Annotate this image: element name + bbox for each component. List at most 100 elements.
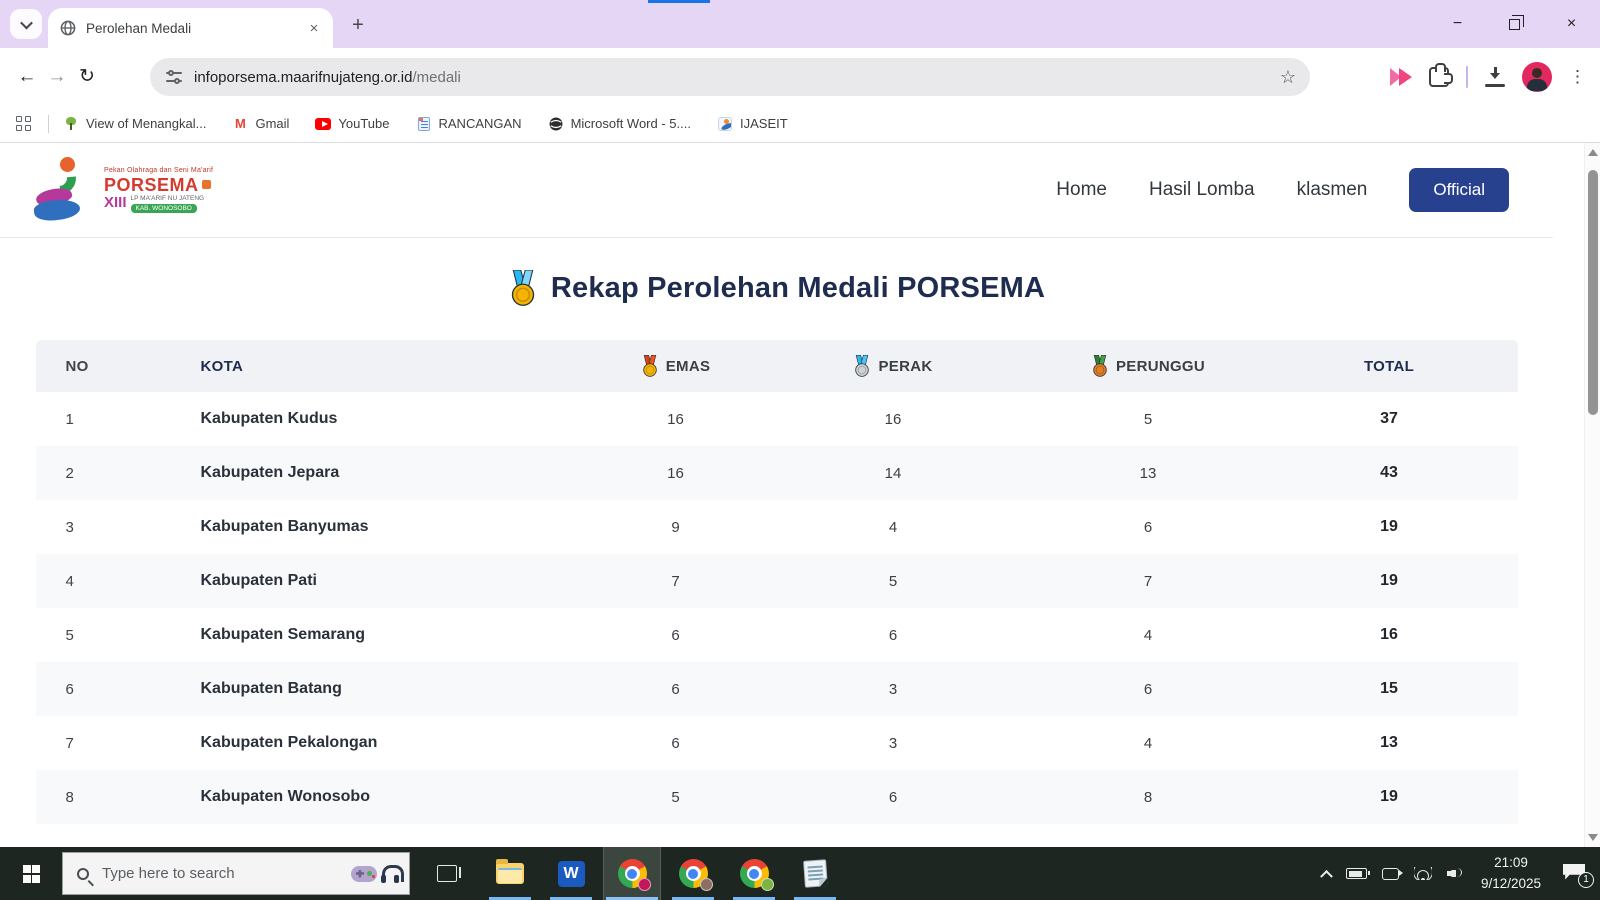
speaker-icon[interactable] xyxy=(1447,867,1463,880)
table-row: 4 Kabupaten Pati 7 5 7 19 xyxy=(35,554,1518,608)
clock-date: 9/12/2025 xyxy=(1480,875,1542,891)
url-domain: infoporsema.maarifnujateng.or.id xyxy=(194,68,413,86)
gmail-icon: M xyxy=(235,116,246,131)
porsema-logo-text: Pekan Olahraga dan Seni Ma'arif PORSEMA … xyxy=(104,167,213,214)
header-total: TOTAL xyxy=(1363,357,1415,375)
porsema-logo-icon xyxy=(32,154,96,224)
close-button[interactable]: × xyxy=(1543,0,1600,48)
browser-tab[interactable]: Perolehan Medali × xyxy=(48,8,333,48)
notification-center-icon[interactable]: 1 xyxy=(1563,864,1594,888)
extensions-puzzle-icon[interactable] xyxy=(1429,62,1453,87)
table-row: 7 Kabupaten Pekalongan 6 3 4 13 xyxy=(65,734,1398,752)
toolbar-separator xyxy=(1466,65,1468,88)
table-row: 8 Kabupaten Wonosobo 5 6 8 19 xyxy=(35,770,1518,824)
tab-title: Perolehan Medali xyxy=(86,20,192,36)
bronze-medal-icon xyxy=(1093,355,1107,377)
porsema-logo[interactable]: Pekan Olahraga dan Seni Ma'arif PORSEMA … xyxy=(32,154,213,224)
sprout-icon xyxy=(63,116,79,132)
official-button[interactable]: Official xyxy=(1409,168,1509,212)
notepad-icon xyxy=(802,859,828,888)
notification-badge: 1 xyxy=(1578,871,1594,888)
table-row: 1 Kabupaten Kudus 16 16 5 37 xyxy=(65,410,1398,428)
reload-button[interactable]: ↻ xyxy=(72,62,102,92)
taskbar-clock[interactable]: 21:09 9/12/2025 xyxy=(1478,853,1544,894)
table-row: 2 Kabupaten Jepara 16 14 13 43 xyxy=(35,446,1518,500)
youtube-icon xyxy=(315,116,332,132)
site-header: Pekan Olahraga dan Seni Ma'arif PORSEMA … xyxy=(0,143,1553,238)
silver-medal-icon xyxy=(855,355,870,377)
pink-extension-icon[interactable] xyxy=(1390,67,1412,86)
windows-logo-icon xyxy=(22,865,40,883)
tab-close-icon[interactable]: × xyxy=(305,19,323,37)
logo-org: LP MA'ARIF NU JATENG xyxy=(130,194,205,202)
tab-search-button[interactable] xyxy=(10,9,42,39)
nav-hasil-lomba[interactable]: Hasil Lomba xyxy=(1149,179,1255,201)
restore-button[interactable] xyxy=(1486,0,1543,48)
file-explorer-button[interactable] xyxy=(481,847,539,900)
forward-button[interactable]: → xyxy=(42,62,72,92)
medal-table: NO KOTA EMAS PERAK PERUNGGU TOTAL 1 Kabu… xyxy=(35,340,1518,824)
browser-menu-icon[interactable]: ⋮ xyxy=(1569,67,1586,87)
profile-avatar[interactable] xyxy=(1522,61,1552,92)
bookmark-youtube[interactable]: YouTube xyxy=(315,116,390,132)
page-content: Pekan Olahraga dan Seni Ma'arif PORSEMA … xyxy=(0,143,1553,847)
gamepad-icon xyxy=(351,865,377,882)
chevron-down-icon xyxy=(19,16,33,29)
header-emas: EMAS xyxy=(601,355,751,377)
downloads-icon[interactable] xyxy=(1485,66,1505,87)
logo-name: PORSEMA xyxy=(104,174,199,195)
apps-grid-icon[interactable] xyxy=(16,115,32,132)
task-view-icon xyxy=(437,865,461,882)
tray-chevron-icon[interactable] xyxy=(1320,869,1333,883)
scrollbar-thumb[interactable] xyxy=(1588,170,1598,415)
word-button[interactable]: W xyxy=(542,847,600,900)
bookmarks-bar: View of Menangkal... M Gmail YouTube RANC… xyxy=(0,105,1600,143)
chrome-profile-badge xyxy=(638,878,651,891)
address-bar[interactable]: infoporsema.maarifnujateng.or.id/medali … xyxy=(150,58,1310,96)
screen: Perolehan Medali × + − × ← → ↻ infoporse… xyxy=(0,0,1600,900)
chrome-active-button[interactable] xyxy=(603,847,661,900)
bookmark-rancangan[interactable]: RANCANGAN xyxy=(416,116,522,132)
top-accent-strip xyxy=(648,0,710,3)
bookmark-view-of-menangkal[interactable]: View of Menangkal... xyxy=(63,116,206,132)
scroll-down-arrow[interactable] xyxy=(1588,834,1598,841)
scroll-up-arrow[interactable] xyxy=(1588,149,1598,156)
document-icon xyxy=(416,116,432,132)
bookmark-star-icon[interactable]: ☆ xyxy=(1280,67,1296,88)
back-button[interactable]: ← xyxy=(12,62,42,92)
task-view-button[interactable] xyxy=(427,847,467,900)
table-row: 5 Kabupaten Semarang 6 6 4 16 xyxy=(65,626,1398,644)
minimize-button[interactable]: − xyxy=(1429,0,1486,48)
start-button[interactable] xyxy=(0,847,62,900)
restore-icon xyxy=(1509,14,1524,30)
site-nav: Home Hasil Lomba klasmen Official xyxy=(1056,168,1509,212)
wifi-icon[interactable] xyxy=(1414,867,1432,880)
site-info-icon[interactable] xyxy=(166,70,182,84)
bookmark-gmail[interactable]: M Gmail xyxy=(232,116,289,132)
search-icon xyxy=(77,867,89,880)
logo-tagline: Pekan Olahraga dan Seni Ma'arif xyxy=(104,166,214,174)
ijaseit-icon xyxy=(717,116,733,132)
nav-klasmen[interactable]: klasmen xyxy=(1297,179,1368,201)
toolbar-right-icons: ⋮ xyxy=(1390,48,1586,105)
windows-taskbar: Type here to search W 21:09 9/12/2025 1 xyxy=(0,847,1600,900)
window-controls: − × xyxy=(1429,0,1600,48)
battery-icon[interactable] xyxy=(1346,868,1370,879)
dark-globe-icon xyxy=(548,116,564,132)
taskbar-search-box[interactable]: Type here to search xyxy=(62,852,410,895)
page-scrollbar[interactable] xyxy=(1584,143,1600,847)
meet-now-icon[interactable] xyxy=(1382,867,1403,880)
header-kota: KOTA xyxy=(200,357,244,375)
nav-home[interactable]: Home xyxy=(1056,179,1107,201)
bookmark-ijaseit[interactable]: IJASEIT xyxy=(717,116,788,132)
bookmark-ms-word[interactable]: Microsoft Word - 5.... xyxy=(548,116,691,132)
browser-tab-bar: Perolehan Medali × + − × xyxy=(0,0,1600,48)
system-tray: 21:09 9/12/2025 1 xyxy=(1320,847,1594,900)
chrome-profile2-button[interactable] xyxy=(664,847,722,900)
page-title: Rekap Perolehan Medali PORSEMA xyxy=(550,271,1046,304)
notepad-button[interactable] xyxy=(786,847,844,900)
logo-badge: KAB. WONOSOBO xyxy=(130,203,197,214)
new-tab-button[interactable]: + xyxy=(346,13,370,37)
gold-medal-icon xyxy=(643,355,657,377)
chrome-profile3-button[interactable] xyxy=(725,847,783,900)
